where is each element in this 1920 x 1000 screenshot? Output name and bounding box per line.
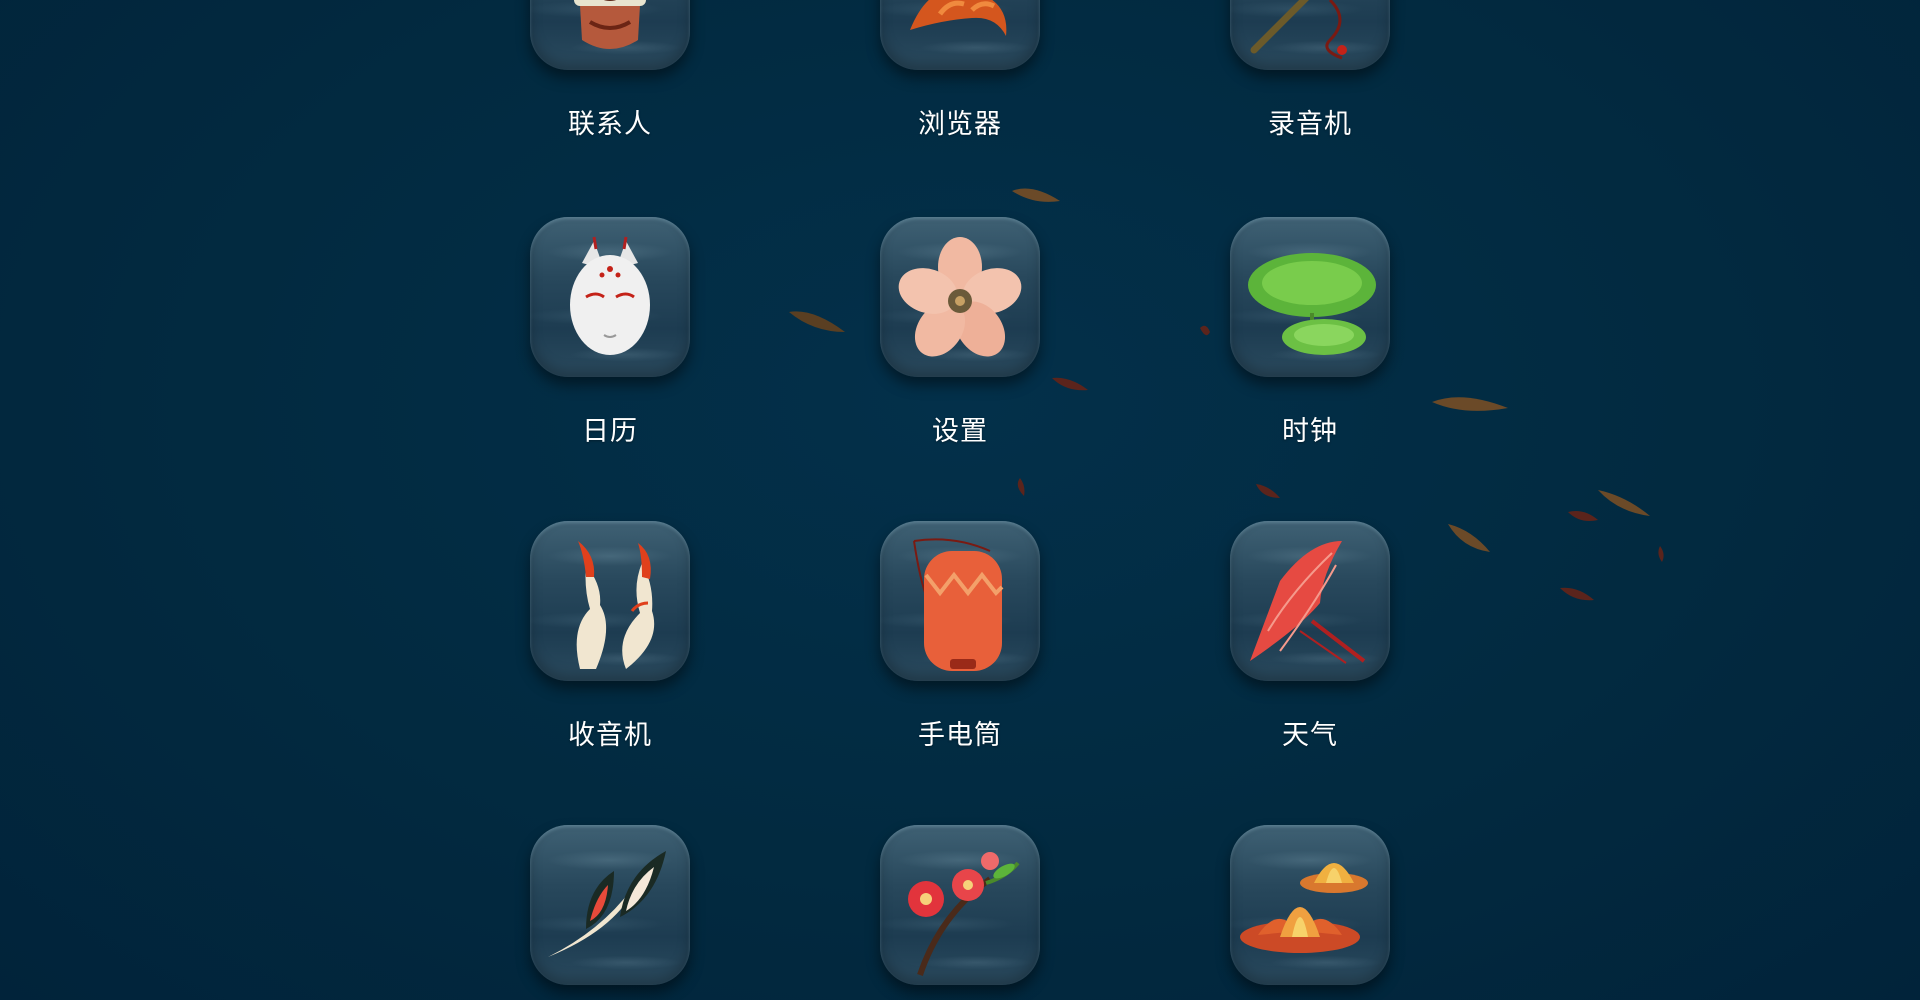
leaf: [789, 311, 845, 332]
plum-blossom-icon: [908, 852, 1020, 976]
fox-mask-icon: [570, 236, 650, 355]
app-label: 日历: [582, 416, 638, 447]
app-lotus[interactable]: [1230, 825, 1390, 1000]
leaf: [1658, 546, 1664, 562]
app-label: 时钟: [1282, 416, 1338, 447]
browser-tile[interactable]: [880, 0, 1040, 70]
flute-icon: [1250, 0, 1347, 60]
app-calendar[interactable]: 日历: [530, 217, 690, 447]
leaf: [1052, 377, 1088, 391]
app-label: 天气: [1282, 720, 1338, 751]
lotus-flower-icon: [1240, 863, 1368, 953]
weather-tile[interactable]: [1230, 521, 1390, 681]
calendar-tile[interactable]: [530, 217, 690, 377]
demon-mask-icon: [574, 0, 646, 49]
leaf: [1256, 484, 1280, 498]
app-browser[interactable]: 浏览器: [880, 0, 1040, 140]
app-label: 收音机: [568, 720, 652, 751]
radio-tile[interactable]: [530, 521, 690, 681]
settings-tile[interactable]: [880, 217, 1040, 377]
app-feather[interactable]: [530, 825, 690, 1000]
lotus-leaf-icon: [1248, 253, 1376, 355]
leaf: [1200, 325, 1210, 336]
app-plum-blossom[interactable]: [880, 825, 1040, 1000]
app-label: 浏览器: [918, 109, 1002, 140]
app-flashlight[interactable]: 手电筒: [880, 521, 1040, 751]
contacts-tile[interactable]: [530, 0, 690, 70]
app-label: 设置: [932, 416, 988, 447]
clock-tile[interactable]: [1230, 217, 1390, 377]
leaf: [1560, 587, 1594, 601]
lantern-icon: [913, 538, 1004, 671]
leaf: [1432, 397, 1508, 411]
app-weather[interactable]: 天气: [1230, 521, 1390, 751]
umbrella-icon: [1250, 541, 1366, 664]
flame-icon: [576, 541, 655, 669]
leaf: [1598, 490, 1650, 516]
app-clock[interactable]: 时钟: [1230, 217, 1390, 447]
leaf: [1568, 511, 1598, 521]
app-settings[interactable]: 设置: [880, 217, 1040, 447]
leaf: [1017, 478, 1025, 496]
flower-icon: [898, 237, 1022, 357]
app-label: 手电筒: [918, 720, 1002, 751]
app-label: 录音机: [1268, 109, 1352, 140]
recorder-tile[interactable]: [1230, 0, 1390, 70]
feather-tile[interactable]: [530, 825, 690, 985]
feather-icon: [548, 851, 666, 957]
leaf: [1448, 524, 1490, 552]
app-recorder[interactable]: 录音机: [1230, 0, 1390, 140]
app-contacts[interactable]: 联系人: [530, 0, 690, 140]
app-label: 联系人: [568, 109, 652, 140]
app-radio[interactable]: 收音机: [530, 521, 690, 751]
koi-fish-icon: [910, 0, 1007, 36]
plum-blossom-tile[interactable]: [880, 825, 1040, 985]
flashlight-tile[interactable]: [880, 521, 1040, 681]
home-screen: 联系人 浏览器 录音机 日历 设置 时钟 收音机 手电筒 天气: [0, 0, 1920, 1000]
leaf: [1012, 188, 1060, 202]
lotus-tile[interactable]: [1230, 825, 1390, 985]
